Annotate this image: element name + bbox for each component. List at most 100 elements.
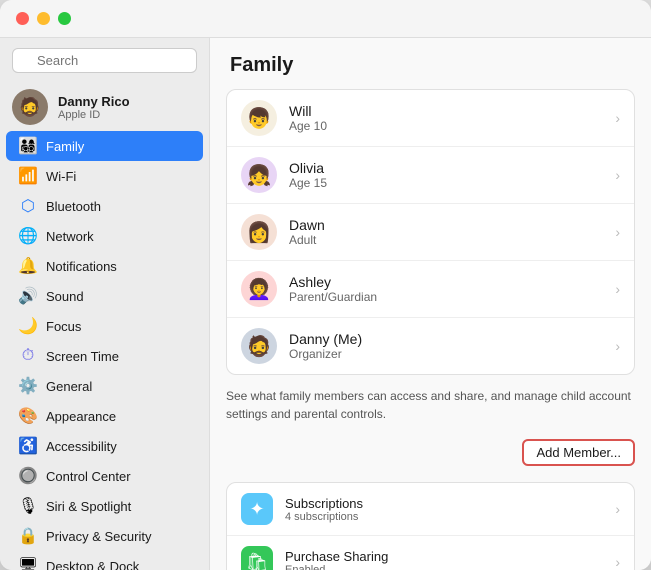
sidebar-item-label: Network	[46, 229, 94, 244]
traffic-lights	[16, 12, 71, 25]
sidebar-item-desktopanddock[interactable]: 🖥 Desktop & Dock	[6, 551, 203, 570]
user-profile[interactable]: 🧔 Danny Rico Apple ID	[0, 83, 209, 131]
sidebar-item-siri[interactable]: 🎙 Siri & Spotlight	[6, 491, 203, 521]
sidebar-item-sound[interactable]: 🔊 Sound	[6, 281, 203, 311]
privacy-icon: 🔒	[18, 526, 38, 546]
member-name: Ashley	[289, 274, 615, 290]
avatar: 🧔	[12, 89, 48, 125]
member-role: Parent/Guardian	[289, 290, 615, 304]
family-member-danny[interactable]: 🧔 Danny (Me) Organizer ›	[227, 318, 634, 374]
service-name: Subscriptions	[285, 496, 615, 511]
sidebar: 🔍 🧔 Danny Rico Apple ID 👨‍👩‍👧‍👦 Family 📶	[0, 38, 210, 570]
chevron-icon: ›	[615, 501, 620, 517]
page-title: Family	[210, 38, 651, 89]
sidebar-item-label: Screen Time	[46, 349, 119, 364]
search-input[interactable]	[12, 48, 197, 73]
service-purchase-sharing[interactable]: 🛍 Purchase Sharing Enabled ›	[227, 536, 634, 570]
sidebar-item-privacy[interactable]: 🔒 Privacy & Security	[6, 521, 203, 551]
add-member-button[interactable]: Add Member...	[522, 439, 635, 466]
sound-icon: 🔊	[18, 286, 38, 306]
sidebar-item-label: General	[46, 379, 92, 394]
sidebar-item-screentime[interactable]: ⏱ Screen Time	[6, 341, 203, 371]
accessibility-icon: ♿	[18, 436, 38, 456]
sidebar-item-label: Focus	[46, 319, 81, 334]
member-avatar-olivia: 👧	[241, 157, 277, 193]
siri-icon: 🎙	[18, 496, 38, 516]
family-member-will[interactable]: 👦 Will Age 10 ›	[227, 90, 634, 147]
purchase-sharing-icon: 🛍	[241, 546, 273, 570]
sidebar-item-label: Control Center	[46, 469, 131, 484]
sidebar-item-label: Family	[46, 139, 84, 154]
member-role: Age 10	[289, 119, 615, 133]
screentime-icon: ⏱	[18, 346, 38, 366]
member-avatar-danny: 🧔	[241, 328, 277, 364]
settings-window: 🔍 🧔 Danny Rico Apple ID 👨‍👩‍👧‍👦 Family 📶	[0, 0, 651, 570]
desktop-icon: 🖥	[18, 556, 38, 570]
sidebar-item-family[interactable]: 👨‍👩‍👧‍👦 Family	[6, 131, 203, 161]
general-icon: ⚙️	[18, 376, 38, 396]
sidebar-item-appearance[interactable]: 🎨 Appearance	[6, 401, 203, 431]
sidebar-item-label: Notifications	[46, 259, 117, 274]
controlcenter-icon: 🔘	[18, 466, 38, 486]
user-name: Danny Rico	[58, 94, 130, 109]
user-subtitle: Apple ID	[58, 109, 130, 121]
member-role: Adult	[289, 233, 615, 247]
member-name: Dawn	[289, 217, 615, 233]
sidebar-item-label: Privacy & Security	[46, 529, 151, 544]
bluetooth-icon: ⬡	[18, 196, 38, 216]
services-list: ✦ Subscriptions 4 subscriptions › 🛍 Purc…	[226, 482, 635, 570]
sidebar-item-label: Bluetooth	[46, 199, 101, 214]
sidebar-item-wifi[interactable]: 📶 Wi-Fi	[6, 161, 203, 191]
notifications-icon: 🔔	[18, 256, 38, 276]
sidebar-item-controlcenter[interactable]: 🔘 Control Center	[6, 461, 203, 491]
sidebar-item-bluetooth[interactable]: ⬡ Bluetooth	[6, 191, 203, 221]
member-role: Age 15	[289, 176, 615, 190]
subscriptions-icon: ✦	[241, 493, 273, 525]
service-name: Purchase Sharing	[285, 549, 615, 564]
main-panel: Family 👦 Will Age 10 › 👧	[210, 38, 651, 570]
close-button[interactable]	[16, 12, 29, 25]
sidebar-item-focus[interactable]: 🌙 Focus	[6, 311, 203, 341]
member-avatar-dawn: 👩	[241, 214, 277, 250]
sidebar-item-label: Wi-Fi	[46, 169, 76, 184]
add-member-row: Add Member...	[210, 435, 651, 476]
sidebar-item-label: Appearance	[46, 409, 116, 424]
focus-icon: 🌙	[18, 316, 38, 336]
member-name: Olivia	[289, 160, 615, 176]
sidebar-item-label: Sound	[46, 289, 84, 304]
sidebar-item-label: Desktop & Dock	[46, 559, 139, 570]
family-member-ashley[interactable]: 👩‍🦱 Ashley Parent/Guardian ›	[227, 261, 634, 318]
description-text: See what family members can access and s…	[210, 375, 651, 435]
service-subscriptions[interactable]: ✦ Subscriptions 4 subscriptions ›	[227, 483, 634, 536]
member-avatar-ashley: 👩‍🦱	[241, 271, 277, 307]
sidebar-item-label: Accessibility	[46, 439, 117, 454]
member-role: Organizer	[289, 347, 615, 361]
service-sub: Enabled	[285, 564, 615, 570]
maximize-button[interactable]	[58, 12, 71, 25]
chevron-icon: ›	[615, 554, 620, 570]
chevron-icon: ›	[615, 167, 620, 183]
sidebar-item-label: Siri & Spotlight	[46, 499, 131, 514]
family-icon: 👨‍👩‍👧‍👦	[18, 136, 38, 156]
chevron-icon: ›	[615, 224, 620, 240]
sidebar-item-general[interactable]: ⚙️ General	[6, 371, 203, 401]
family-members-list: 👦 Will Age 10 › 👧 Olivia Age 15	[226, 89, 635, 375]
network-icon: 🌐	[18, 226, 38, 246]
sidebar-item-accessibility[interactable]: ♿ Accessibility	[6, 431, 203, 461]
sidebar-item-notifications[interactable]: 🔔 Notifications	[6, 251, 203, 281]
search-wrapper: 🔍	[12, 48, 197, 73]
chevron-icon: ›	[615, 110, 620, 126]
content-area: 🔍 🧔 Danny Rico Apple ID 👨‍👩‍👧‍👦 Family 📶	[0, 38, 651, 570]
member-name: Danny (Me)	[289, 331, 615, 347]
minimize-button[interactable]	[37, 12, 50, 25]
search-container: 🔍	[0, 48, 209, 83]
sidebar-item-network[interactable]: 🌐 Network	[6, 221, 203, 251]
chevron-icon: ›	[615, 338, 620, 354]
family-member-dawn[interactable]: 👩 Dawn Adult ›	[227, 204, 634, 261]
main-panel-inner: Family 👦 Will Age 10 › 👧	[210, 38, 651, 570]
service-sub: 4 subscriptions	[285, 511, 615, 523]
member-avatar-will: 👦	[241, 100, 277, 136]
titlebar	[0, 0, 651, 38]
family-member-olivia[interactable]: 👧 Olivia Age 15 ›	[227, 147, 634, 204]
member-name: Will	[289, 103, 615, 119]
